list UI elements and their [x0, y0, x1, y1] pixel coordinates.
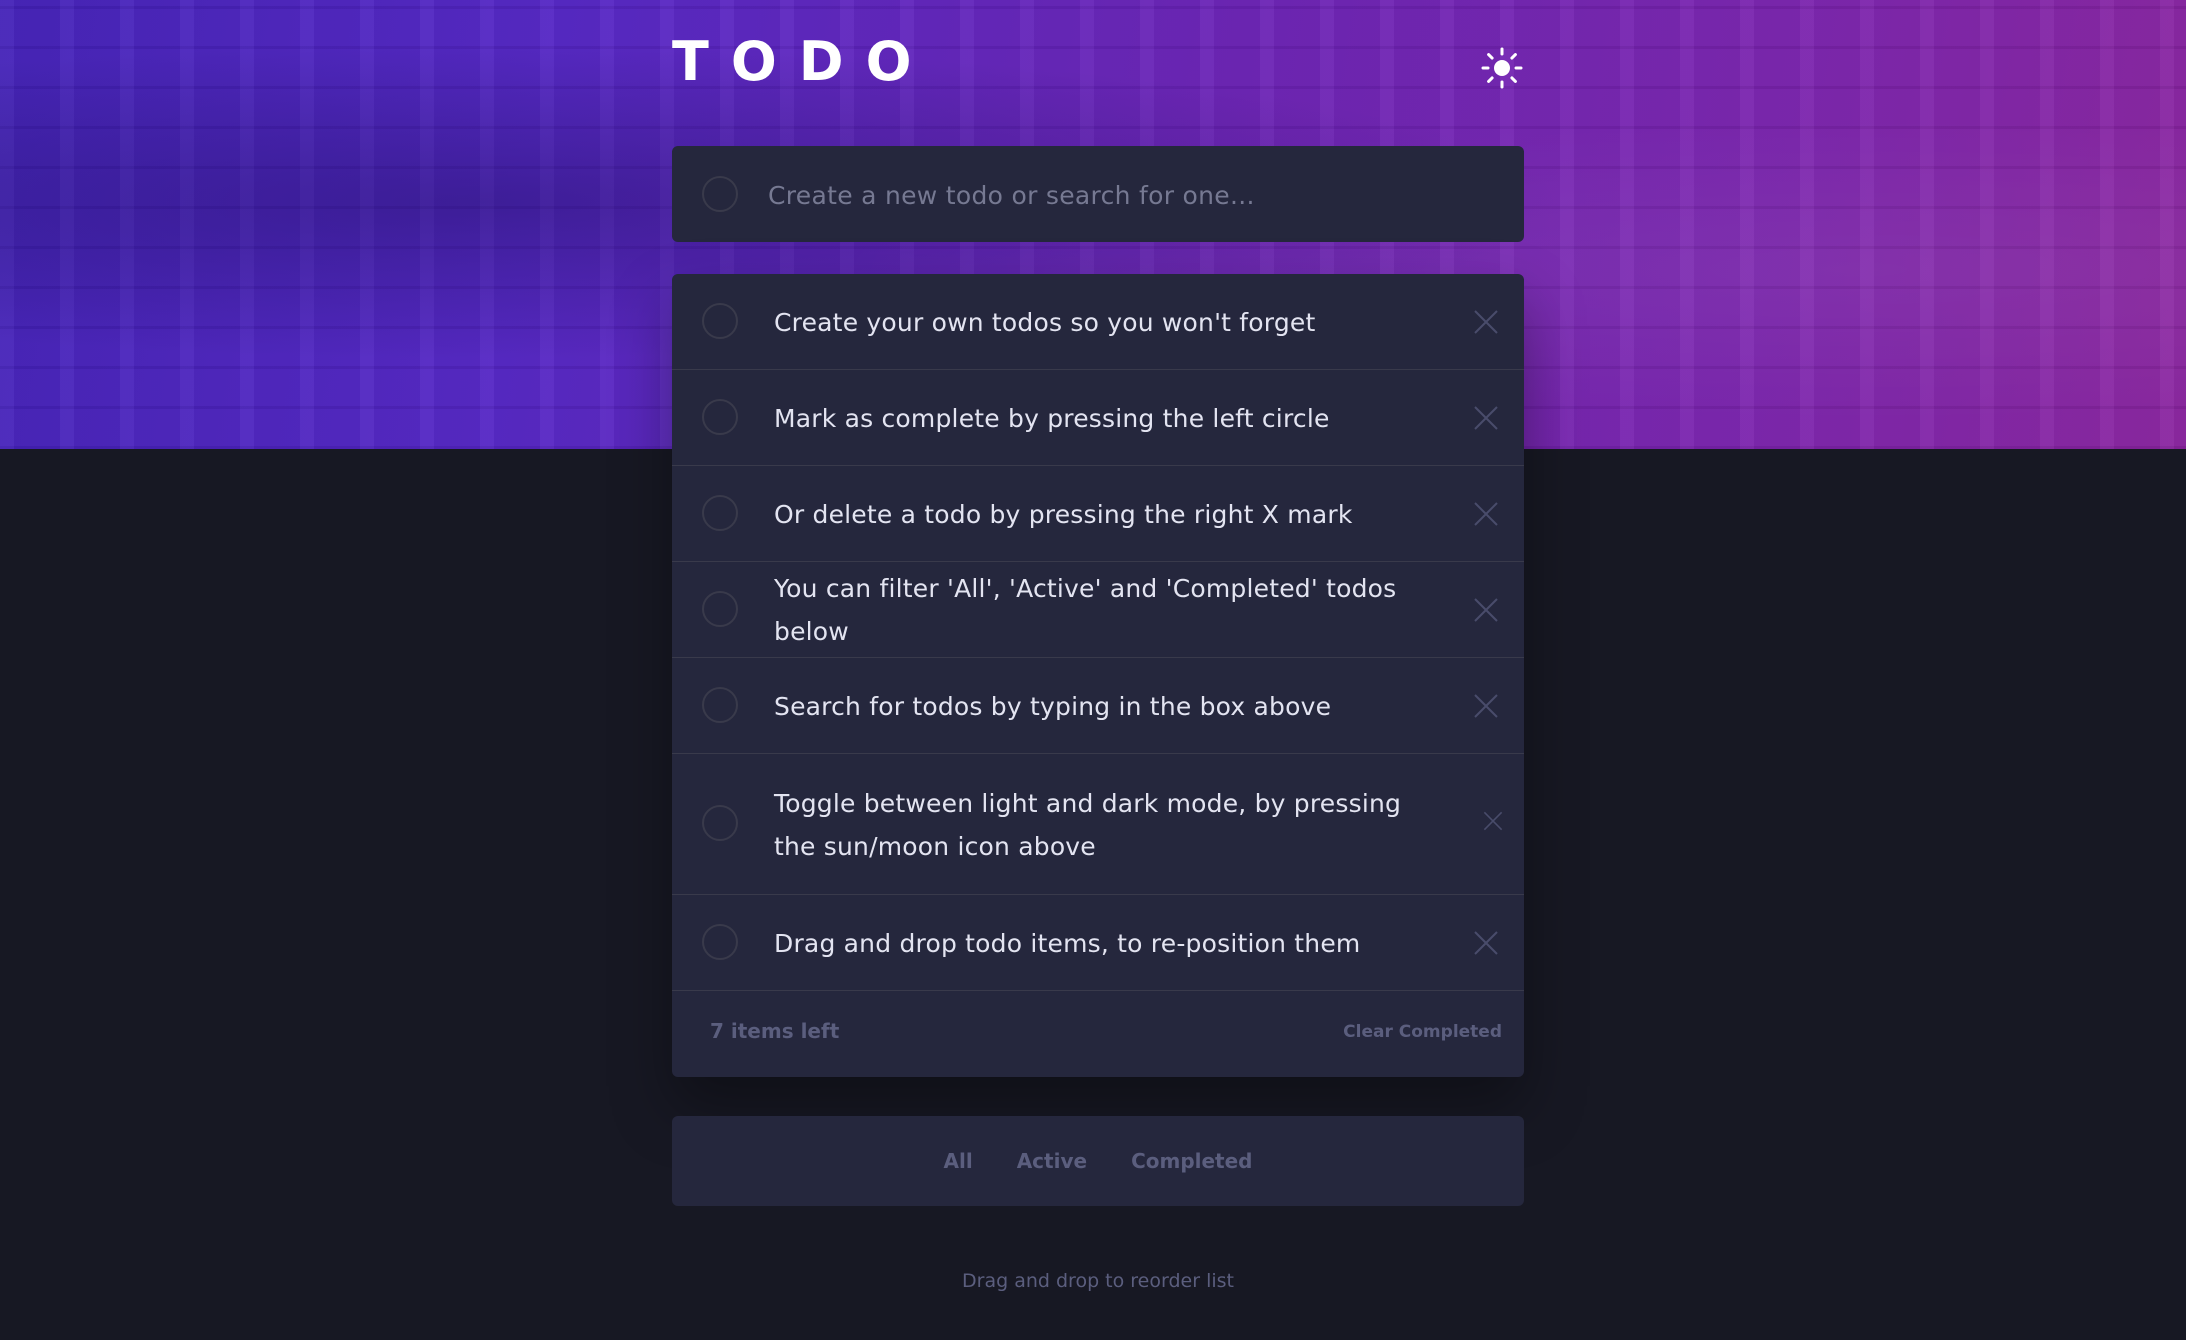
- filter-all-button[interactable]: All: [944, 1149, 973, 1173]
- todo-complete-toggle[interactable]: [702, 591, 738, 627]
- todo-complete-toggle[interactable]: [702, 805, 738, 841]
- todo-complete-toggle[interactable]: [702, 303, 738, 339]
- delete-x-icon[interactable]: [1472, 929, 1500, 957]
- todo-item[interactable]: You can filter 'All', 'Active' and 'Comp…: [672, 562, 1524, 658]
- todo-item[interactable]: Search for todos by typing in the box ab…: [672, 658, 1524, 754]
- delete-x-icon[interactable]: [1472, 692, 1500, 720]
- header: TODO: [672, 0, 1524, 146]
- new-todo-search-input[interactable]: [766, 166, 1490, 224]
- delete-x-icon[interactable]: [1482, 810, 1504, 832]
- items-left-count: 7 items left: [710, 1019, 840, 1043]
- delete-x-icon[interactable]: [1472, 596, 1500, 624]
- todo-text: Or delete a todo by pressing the right X…: [774, 499, 1353, 529]
- theme-toggle-button[interactable]: [1480, 46, 1524, 90]
- todo-complete-toggle[interactable]: [702, 495, 738, 531]
- todo-item[interactable]: Or delete a todo by pressing the right X…: [672, 466, 1524, 562]
- todo-list: Create your own todos so you won't forge…: [672, 274, 1524, 1077]
- todo-text: Toggle between light and dark mode, by p…: [774, 788, 1402, 861]
- todo-text: You can filter 'All', 'Active' and 'Comp…: [774, 574, 1397, 646]
- delete-x-icon[interactable]: [1472, 308, 1500, 336]
- list-footer: 7 items left Clear Completed: [672, 991, 1524, 1077]
- todo-text: Search for todos by typing in the box ab…: [774, 691, 1332, 721]
- todo-item[interactable]: Drag and drop todo items, to re-position…: [672, 895, 1524, 991]
- reorder-hint: Drag and drop to reorder list: [962, 1270, 1234, 1292]
- todo-item[interactable]: Create your own todos so you won't forge…: [672, 274, 1524, 370]
- delete-x-icon[interactable]: [1472, 404, 1500, 432]
- todo-complete-toggle[interactable]: [702, 924, 738, 960]
- todo-item[interactable]: Toggle between light and dark mode, by p…: [672, 754, 1524, 895]
- filter-bar: All Active Completed: [672, 1116, 1524, 1206]
- app-title: TODO: [672, 30, 934, 93]
- todo-item[interactable]: Mark as complete by pressing the left ci…: [672, 370, 1524, 466]
- sun-icon: [1481, 47, 1523, 89]
- clear-completed-button[interactable]: Clear Completed: [1343, 1022, 1502, 1042]
- new-todo-check-circle[interactable]: [702, 176, 738, 212]
- todo-complete-toggle[interactable]: [702, 399, 738, 435]
- todo-text: Create your own todos so you won't forge…: [774, 307, 1316, 337]
- todo-complete-toggle[interactable]: [702, 687, 738, 723]
- todo-text: Drag and drop todo items, to re-position…: [774, 928, 1361, 958]
- filter-active-button[interactable]: Active: [1017, 1149, 1087, 1173]
- todo-app: TODO Create your ow: [672, 0, 1524, 1292]
- filter-completed-button[interactable]: Completed: [1131, 1149, 1252, 1173]
- delete-x-icon[interactable]: [1472, 500, 1500, 528]
- new-todo-box: [672, 146, 1524, 242]
- todo-text: Mark as complete by pressing the left ci…: [774, 403, 1330, 433]
